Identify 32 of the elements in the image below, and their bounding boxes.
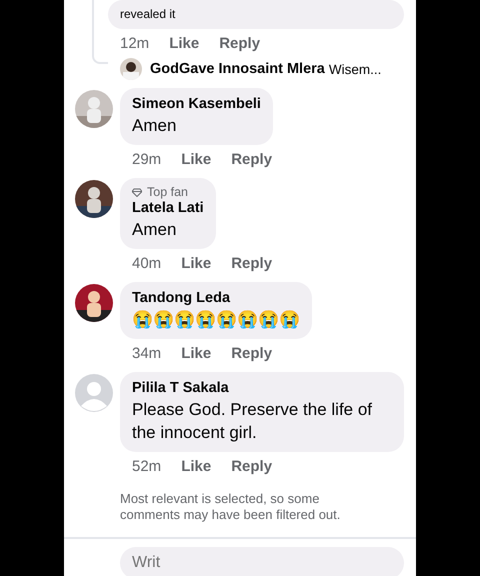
- top-fan-label: Top fan: [147, 185, 188, 199]
- comment-author[interactable]: Simeon Kasembeli: [132, 95, 261, 114]
- like-link[interactable]: Like: [181, 345, 212, 362]
- comment-author[interactable]: Latela Lati: [132, 199, 204, 218]
- diamond-icon: [132, 188, 142, 196]
- comment-input[interactable]: Writ: [120, 547, 404, 576]
- like-link[interactable]: Like: [181, 151, 212, 168]
- comment-text: 😭😭😭😭😭😭😭😭: [132, 309, 300, 331]
- comment-text: Please God. Preserve the life of the innocent girl.: [132, 399, 374, 444]
- comment-time: 52m: [132, 458, 162, 475]
- like-link[interactable]: Like: [169, 35, 200, 52]
- comment-time: 40m: [132, 255, 162, 272]
- reply-link[interactable]: Reply: [231, 255, 272, 272]
- reply-snippet: Wisem...: [328, 62, 382, 76]
- like-link[interactable]: Like: [181, 255, 212, 272]
- reply-link[interactable]: Reply: [219, 35, 260, 52]
- reply-link[interactable]: Reply: [231, 151, 272, 168]
- thread-line: [92, 0, 108, 64]
- comment-time: 29m: [132, 151, 162, 168]
- reply-link[interactable]: Reply: [231, 345, 272, 362]
- comment-time: 12m: [120, 35, 150, 52]
- reply-author[interactable]: GodGave Innosaint Mlera: [150, 61, 325, 77]
- comment-text: revealed it: [120, 7, 176, 21]
- comment-author[interactable]: Tandong Leda: [132, 289, 300, 308]
- filter-note: Most relevant is selected, so some comments may have been filtered out.: [120, 491, 342, 523]
- reply-link[interactable]: Reply: [231, 458, 272, 475]
- comment-time: 34m: [132, 345, 162, 362]
- comment-text: Amen: [132, 219, 178, 241]
- avatar-icon: [75, 374, 113, 412]
- comment-text: Amen: [132, 115, 178, 137]
- like-link[interactable]: Like: [181, 458, 212, 475]
- comment-author[interactable]: Pilila T Sakala: [132, 379, 392, 398]
